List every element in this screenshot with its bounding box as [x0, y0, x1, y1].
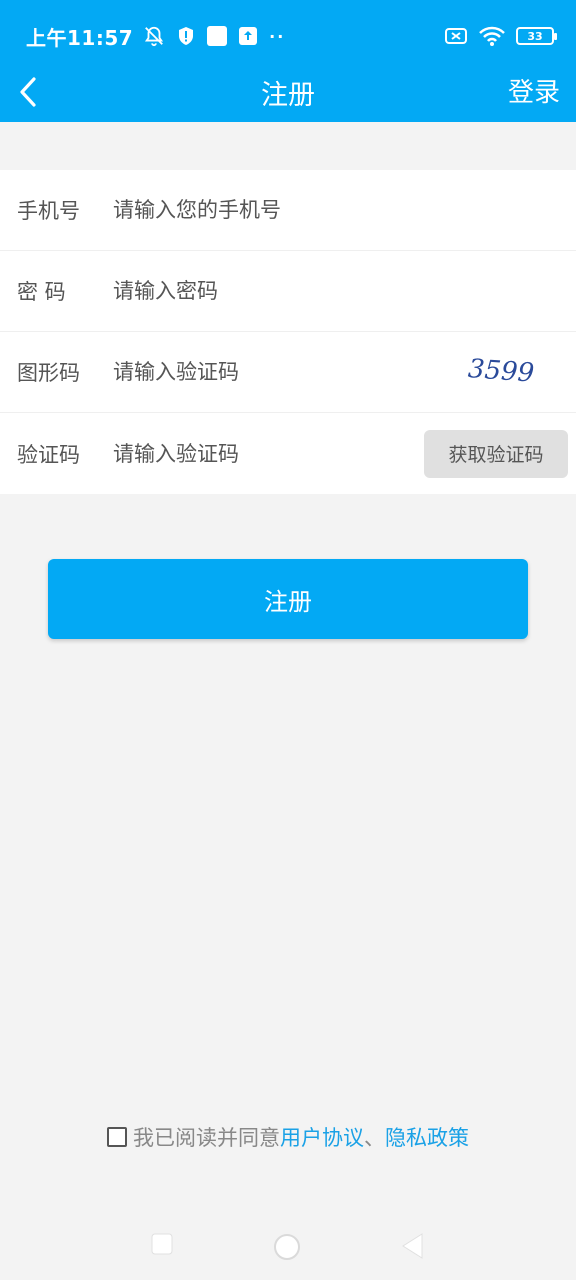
captcha-label: 图形码 — [17, 361, 80, 385]
home-button[interactable] — [272, 1232, 302, 1262]
sim-disabled-icon — [444, 26, 468, 46]
more-notifications-icon: ·· — [269, 26, 286, 46]
app-notification-icon — [207, 26, 228, 46]
get-code-button[interactable]: 获取验证码 — [424, 429, 568, 478]
phone-label: 手机号 — [17, 199, 80, 223]
triangle-left-icon — [402, 1233, 423, 1259]
agreement-separator: 、 — [364, 1126, 385, 1150]
upload-icon — [239, 27, 258, 45]
circle-icon — [274, 1234, 300, 1260]
password-row: 密 码 — [0, 251, 576, 332]
status-bar: 上午11:57 ·· 33 — [0, 0, 576, 62]
back-nav-button[interactable] — [400, 1232, 426, 1260]
agreement-checkbox[interactable] — [107, 1127, 127, 1147]
password-label: 密 码 — [17, 280, 66, 304]
app-bar: 注册 登录 — [0, 62, 576, 122]
recent-apps-button[interactable] — [150, 1232, 174, 1256]
back-button[interactable] — [8, 70, 48, 114]
phone-row: 手机号 — [0, 170, 576, 251]
status-icons-right: 33 — [444, 25, 557, 47]
chevron-left-icon — [20, 77, 36, 107]
sms-code-row: 验证码 获取验证码 — [0, 413, 576, 494]
status-icons-left: ·· — [143, 25, 285, 47]
sms-code-input[interactable] — [113, 441, 424, 466]
password-input[interactable] — [113, 279, 558, 303]
battery-icon: 33 — [516, 27, 557, 45]
agreement-prefix: 我已阅读并同意 — [133, 1126, 280, 1150]
privacy-policy-link[interactable]: 隐私政策 — [385, 1122, 469, 1152]
system-nav-bar — [0, 1210, 576, 1280]
square-icon — [151, 1233, 173, 1255]
captcha-text: 3599 — [467, 354, 535, 389]
agreement: 我已阅读并同意 用户协议 、 隐私政策 — [0, 1122, 576, 1152]
shield-alert-icon — [177, 26, 195, 46]
login-link[interactable]: 登录 — [508, 72, 560, 109]
wifi-icon — [478, 25, 506, 47]
phone-input[interactable] — [113, 198, 558, 222]
captcha-row: 图形码 3599 — [0, 332, 576, 413]
status-time: 上午11:57 — [26, 25, 134, 50]
user-agreement-link[interactable]: 用户协议 — [280, 1122, 364, 1152]
page-title: 注册 — [261, 79, 315, 111]
register-form: 手机号 密 码 图形码 3599 验证码 获取验证码 — [0, 170, 576, 494]
register-button[interactable]: 注册 — [48, 559, 528, 639]
captcha-input[interactable] — [113, 360, 462, 384]
captcha-image[interactable]: 3599 — [462, 352, 558, 392]
bell-off-icon — [143, 25, 165, 47]
sms-code-label: 验证码 — [17, 442, 80, 467]
